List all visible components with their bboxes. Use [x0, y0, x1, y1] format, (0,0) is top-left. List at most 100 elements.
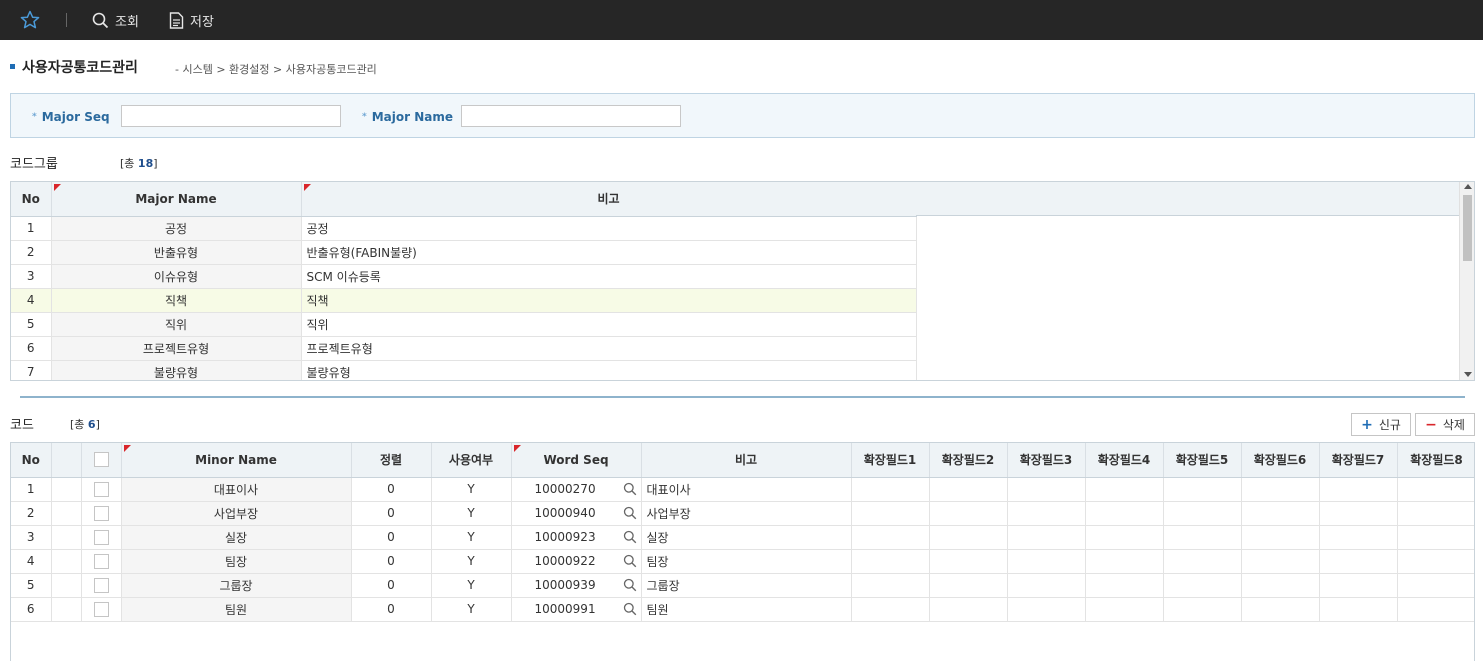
- col-header-ext1[interactable]: 확장필드1: [851, 443, 930, 478]
- cell-ext3[interactable]: [1007, 597, 1086, 622]
- cell-remark[interactable]: 팀장: [641, 549, 852, 574]
- table-row[interactable]: 1 대표이사 0 Y 10000270 대표이사: [11, 477, 1474, 502]
- col-header-no[interactable]: No: [11, 443, 52, 478]
- table-row[interactable]: 4 팀장 0 Y 10000922 팀장: [11, 549, 1474, 574]
- col-header-checkbox[interactable]: [81, 443, 122, 478]
- cell-use[interactable]: Y: [431, 501, 512, 526]
- cell-ext8[interactable]: [1397, 477, 1474, 502]
- cell-minor-name[interactable]: 사업부장: [121, 501, 352, 526]
- cell-ext7[interactable]: [1319, 525, 1398, 550]
- cell-no[interactable]: 1: [11, 477, 52, 502]
- cell-ext2[interactable]: [929, 597, 1008, 622]
- cell-word-seq[interactable]: 10000940: [511, 501, 642, 526]
- cell-minor-name[interactable]: 팀장: [121, 549, 352, 574]
- cell-no[interactable]: 2: [11, 501, 52, 526]
- cell-use[interactable]: Y: [431, 477, 512, 502]
- cell-checkbox[interactable]: [81, 573, 122, 598]
- cell-sort[interactable]: 0: [351, 477, 432, 502]
- cell-remark[interactable]: 프로젝트유형: [301, 336, 917, 361]
- cell-ext5[interactable]: [1163, 573, 1242, 598]
- cell-remark[interactable]: 실장: [641, 525, 852, 550]
- row-checkbox[interactable]: [93, 577, 109, 593]
- cell-ext2[interactable]: [929, 501, 1008, 526]
- row-checkbox[interactable]: [93, 505, 109, 521]
- cell-ext5[interactable]: [1163, 501, 1242, 526]
- cell-remark[interactable]: 직책: [301, 288, 917, 313]
- col-header-word-seq[interactable]: Word Seq: [511, 443, 642, 478]
- cell-checkbox[interactable]: [81, 549, 122, 574]
- cell-remark[interactable]: 공정: [301, 216, 917, 241]
- cell-checkbox[interactable]: [81, 501, 122, 526]
- cell-ext8[interactable]: [1397, 525, 1474, 550]
- cell-major-name[interactable]: 직책: [51, 288, 302, 313]
- cell-ext5[interactable]: [1163, 477, 1242, 502]
- cell-ext8[interactable]: [1397, 549, 1474, 574]
- cell-no[interactable]: 3: [11, 525, 52, 550]
- cell-sort[interactable]: 0: [351, 501, 432, 526]
- table-row[interactable]: 2 사업부장 0 Y 10000940 사업부장: [11, 501, 1474, 526]
- cell-ext4[interactable]: [1085, 597, 1164, 622]
- scroll-up-icon[interactable]: [1464, 184, 1472, 189]
- cell-ext4[interactable]: [1085, 525, 1164, 550]
- table-row[interactable]: 2 반출유형 반출유형(FABIN불량): [11, 240, 917, 265]
- cell-major-name[interactable]: 이슈유형: [51, 264, 302, 289]
- cell-ext4[interactable]: [1085, 573, 1164, 598]
- cell-no[interactable]: 6: [11, 597, 52, 622]
- cell-no[interactable]: 4: [11, 288, 52, 313]
- cell-ext7[interactable]: [1319, 549, 1398, 574]
- cell-ext6[interactable]: [1241, 549, 1320, 574]
- save-button[interactable]: 저장: [169, 10, 214, 30]
- major-seq-input[interactable]: [121, 105, 341, 127]
- cell-remark[interactable]: 그룹장: [641, 573, 852, 598]
- cell-minor-name[interactable]: 팀원: [121, 597, 352, 622]
- cell-remark[interactable]: 팀원: [641, 597, 852, 622]
- cell-sort[interactable]: 0: [351, 549, 432, 574]
- cell-ext5[interactable]: [1163, 549, 1242, 574]
- cell-ext6[interactable]: [1241, 525, 1320, 550]
- cell-major-name[interactable]: 프로젝트유형: [51, 336, 302, 361]
- cell-use[interactable]: Y: [431, 597, 512, 622]
- table-row[interactable]: 3 실장 0 Y 10000923 실장: [11, 525, 1474, 550]
- row-checkbox[interactable]: [93, 481, 109, 497]
- col-header-use[interactable]: 사용여부: [431, 443, 512, 478]
- cell-ext8[interactable]: [1397, 597, 1474, 622]
- cell-sort[interactable]: 0: [351, 525, 432, 550]
- major-name-input[interactable]: [461, 105, 681, 127]
- lookup-search-icon[interactable]: [623, 506, 637, 520]
- cell-word-seq[interactable]: 10000922: [511, 549, 642, 574]
- scroll-thumb[interactable]: [1463, 195, 1472, 261]
- cell-remark[interactable]: 사업부장: [641, 501, 852, 526]
- cell-ext5[interactable]: [1163, 525, 1242, 550]
- cell-ext3[interactable]: [1007, 501, 1086, 526]
- cell-ext6[interactable]: [1241, 477, 1320, 502]
- lookup-search-icon[interactable]: [623, 578, 637, 592]
- cell-major-name[interactable]: 공정: [51, 216, 302, 241]
- cell-ext8[interactable]: [1397, 573, 1474, 598]
- cell-no[interactable]: 7: [11, 360, 52, 380]
- col-header-ext6[interactable]: 확장필드6: [1241, 443, 1320, 478]
- cell-ext5[interactable]: [1163, 597, 1242, 622]
- table-row[interactable]: 6 팀원 0 Y 10000991 팀원: [11, 597, 1474, 622]
- cell-remark[interactable]: 반출유형(FABIN불량): [301, 240, 917, 265]
- scroll-down-icon[interactable]: [1464, 372, 1472, 377]
- cell-use[interactable]: Y: [431, 573, 512, 598]
- col-header-remark[interactable]: 비고: [641, 443, 852, 478]
- cell-ext8[interactable]: [1397, 501, 1474, 526]
- cell-sort[interactable]: 0: [351, 597, 432, 622]
- cell-use[interactable]: Y: [431, 525, 512, 550]
- cell-ext7[interactable]: [1319, 501, 1398, 526]
- star-icon[interactable]: [20, 10, 40, 30]
- cell-ext3[interactable]: [1007, 549, 1086, 574]
- cell-remark[interactable]: 대표이사: [641, 477, 852, 502]
- table-row[interactable]: 5 직위 직위: [11, 312, 917, 337]
- cell-remark[interactable]: SCM 이슈등록: [301, 264, 917, 289]
- cell-ext1[interactable]: [851, 573, 930, 598]
- cell-checkbox[interactable]: [81, 525, 122, 550]
- col-header-ext7[interactable]: 확장필드7: [1319, 443, 1398, 478]
- cell-ext2[interactable]: [929, 525, 1008, 550]
- col-header-ext5[interactable]: 확장필드5: [1163, 443, 1242, 478]
- cell-minor-name[interactable]: 대표이사: [121, 477, 352, 502]
- cell-ext1[interactable]: [851, 501, 930, 526]
- cell-no[interactable]: 5: [11, 573, 52, 598]
- new-button[interactable]: + 신규: [1351, 413, 1411, 436]
